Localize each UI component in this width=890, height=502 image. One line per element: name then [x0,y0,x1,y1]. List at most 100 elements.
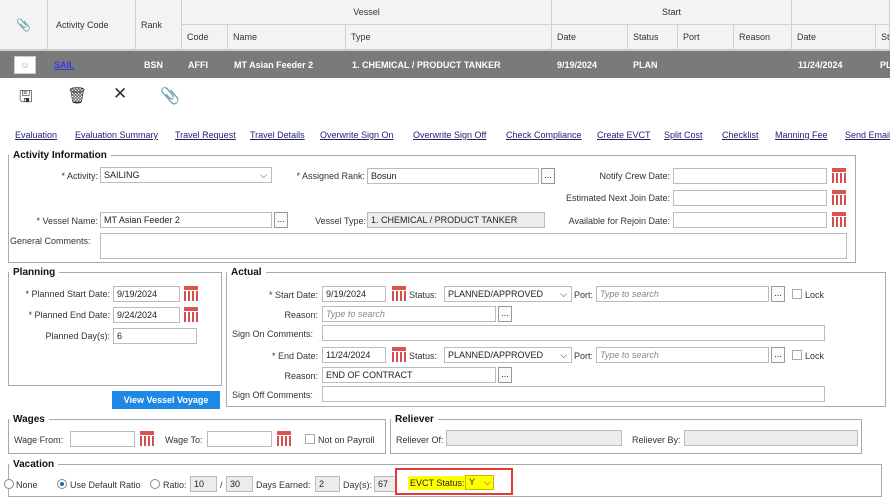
start-reason-lookup-button[interactable]: ... [498,306,512,322]
section-title: Reliever [395,414,434,425]
col-reason[interactable]: Reason [734,25,792,50]
person-icon: ☺ [14,55,36,74]
view-vessel-voyage-button[interactable]: View Vessel Voyage [112,391,220,409]
link-split-cost[interactable]: Split Cost [664,130,703,140]
ratio-radio[interactable] [150,479,160,489]
link-send-email[interactable]: Send Email [845,130,890,140]
vessel-type-field: 1. CHEMICAL / PRODUCT TANKER [367,212,545,228]
notify-crew-date-field[interactable] [673,168,827,184]
planned-end-label: * Planned End Date: [28,310,110,320]
available-rejoin-field[interactable] [673,212,827,228]
calendar-icon[interactable] [392,286,406,301]
col-start-date[interactable]: Date [552,25,628,50]
end-port-lookup-button[interactable]: ... [771,347,785,363]
link-evaluation-summary[interactable]: Evaluation Summary [75,130,158,140]
link-evaluation[interactable]: Evaluation [15,130,57,140]
vessel-name-label: * Vessel Name: [36,216,98,226]
link-create-evct[interactable]: Create EVCT [597,130,651,140]
link-travel-request[interactable]: Travel Request [175,130,236,140]
col-group-vessel: Vessel [182,0,552,25]
calendar-icon[interactable] [140,431,154,446]
attach-icon[interactable]: 📎 [160,86,180,106]
planned-start-field[interactable]: 9/19/2024 [113,286,180,302]
sign-on-comments-field[interactable] [322,325,825,341]
planned-end-field[interactable]: 9/24/2024 [113,307,180,323]
assigned-rank-lookup-button[interactable]: ... [541,168,555,184]
use-default-ratio-radio[interactable] [57,479,67,489]
col-rank[interactable]: Rank [136,0,182,50]
planned-days-field[interactable]: 6 [113,328,197,344]
col-end-date[interactable]: Date [792,25,876,50]
col-name[interactable]: Name [228,25,346,50]
calendar-icon[interactable] [184,307,198,322]
col-code[interactable]: Code [182,25,228,50]
start-port-search[interactable]: Type to search [596,286,769,302]
col-port[interactable]: Port [678,25,734,50]
actual-start-field[interactable]: 9/19/2024 [322,286,386,302]
ratio-denominator-field[interactable]: 30 [226,476,253,492]
start-reason-search[interactable]: Type to search [322,306,496,322]
vacation-none-radio[interactable] [4,479,14,489]
estimated-next-join-label: Estimated Next Join Date: [565,193,670,203]
not-on-payroll-checkbox[interactable] [305,434,315,444]
calendar-icon[interactable] [832,212,846,227]
link-check-compliance[interactable]: Check Compliance [506,130,582,140]
link-overwrite-sign-on[interactable]: Overwrite Sign On [320,130,394,140]
general-comments-textarea[interactable] [100,233,847,259]
col-status[interactable]: Status [628,25,678,50]
chevron-down-icon: ⌵ [560,289,567,299]
attachment-column-header: 📎 [0,0,48,50]
end-reason-field[interactable]: END OF CONTRACT [322,367,496,383]
row-attachment[interactable]: ☺ [14,51,36,78]
end-status-select[interactable]: PLANNED/APPROVED ⌵ [444,347,572,363]
end-lock-checkbox[interactable] [792,350,802,360]
sign-off-comments-field[interactable] [322,386,825,402]
table-row[interactable]: ☺ SAIL BSN AFFI MT Asian Feeder 2 1. CHE… [0,51,890,78]
start-lock-checkbox[interactable] [792,289,802,299]
row-activity-code-link[interactable]: SAIL [54,51,75,78]
wage-from-field[interactable] [70,431,135,447]
save-icon[interactable]: 🖫 [19,86,33,113]
row-name: MT Asian Feeder 2 [234,59,314,70]
row-start-date: 9/19/2024 [557,59,598,70]
section-title: Wages [13,414,45,425]
actual-end-field[interactable]: 11/24/2024 [322,347,386,363]
end-reason-lookup-button[interactable]: ... [498,367,512,383]
link-travel-details[interactable]: Travel Details [250,130,305,140]
link-checklist[interactable]: Checklist [722,130,759,140]
end-lock-label: Lock [805,351,825,361]
end-status-value: PLANNED/APPROVED [448,350,544,360]
section-title: Vacation [13,459,55,470]
assigned-rank-field[interactable]: Bosun [367,168,539,184]
vessel-name-field[interactable]: MT Asian Feeder 2 [100,212,272,228]
col-end-status[interactable]: St [876,25,890,50]
start-port-lookup-button[interactable]: ... [771,286,785,302]
wage-to-field[interactable] [207,431,272,447]
calendar-icon[interactable] [277,431,291,446]
ratio-numerator-field[interactable]: 10 [190,476,217,492]
calendar-icon[interactable] [184,286,198,301]
col-activity-code[interactable]: Activity Code [48,0,136,50]
activity-select[interactable]: SAILING ⌵ [100,167,272,183]
calendar-icon[interactable] [832,168,846,183]
trash-icon[interactable]: 🗑 [67,86,87,106]
end-port-search[interactable]: Type to search [596,347,769,363]
link-manning-fee[interactable]: Manning Fee [775,130,828,140]
vessel-name-lookup-button[interactable]: ... [274,212,288,228]
link-overwrite-sign-off[interactable]: Overwrite Sign Off [413,130,486,140]
vacation-days-label: Day(s): [343,480,372,490]
calendar-icon[interactable] [392,347,406,362]
vessel-type-label: Vessel Type: [315,216,366,226]
calendar-icon[interactable] [832,190,846,205]
reliever-by-field [684,430,858,446]
assigned-rank-label: * Assigned Rank: [296,171,365,181]
estimated-next-join-field[interactable] [673,190,827,206]
col-group-start: Start [552,0,792,25]
sign-on-comments-label: Sign On Comments: [232,329,314,339]
start-lock-label: Lock [805,290,825,300]
evct-status-select[interactable]: Y ⌵ [465,475,494,490]
start-status-select[interactable]: PLANNED/APPROVED ⌵ [444,286,572,302]
close-icon[interactable]: ✕ [113,84,127,104]
col-type[interactable]: Type [346,25,552,50]
activity-label: * Activity: [61,171,98,181]
